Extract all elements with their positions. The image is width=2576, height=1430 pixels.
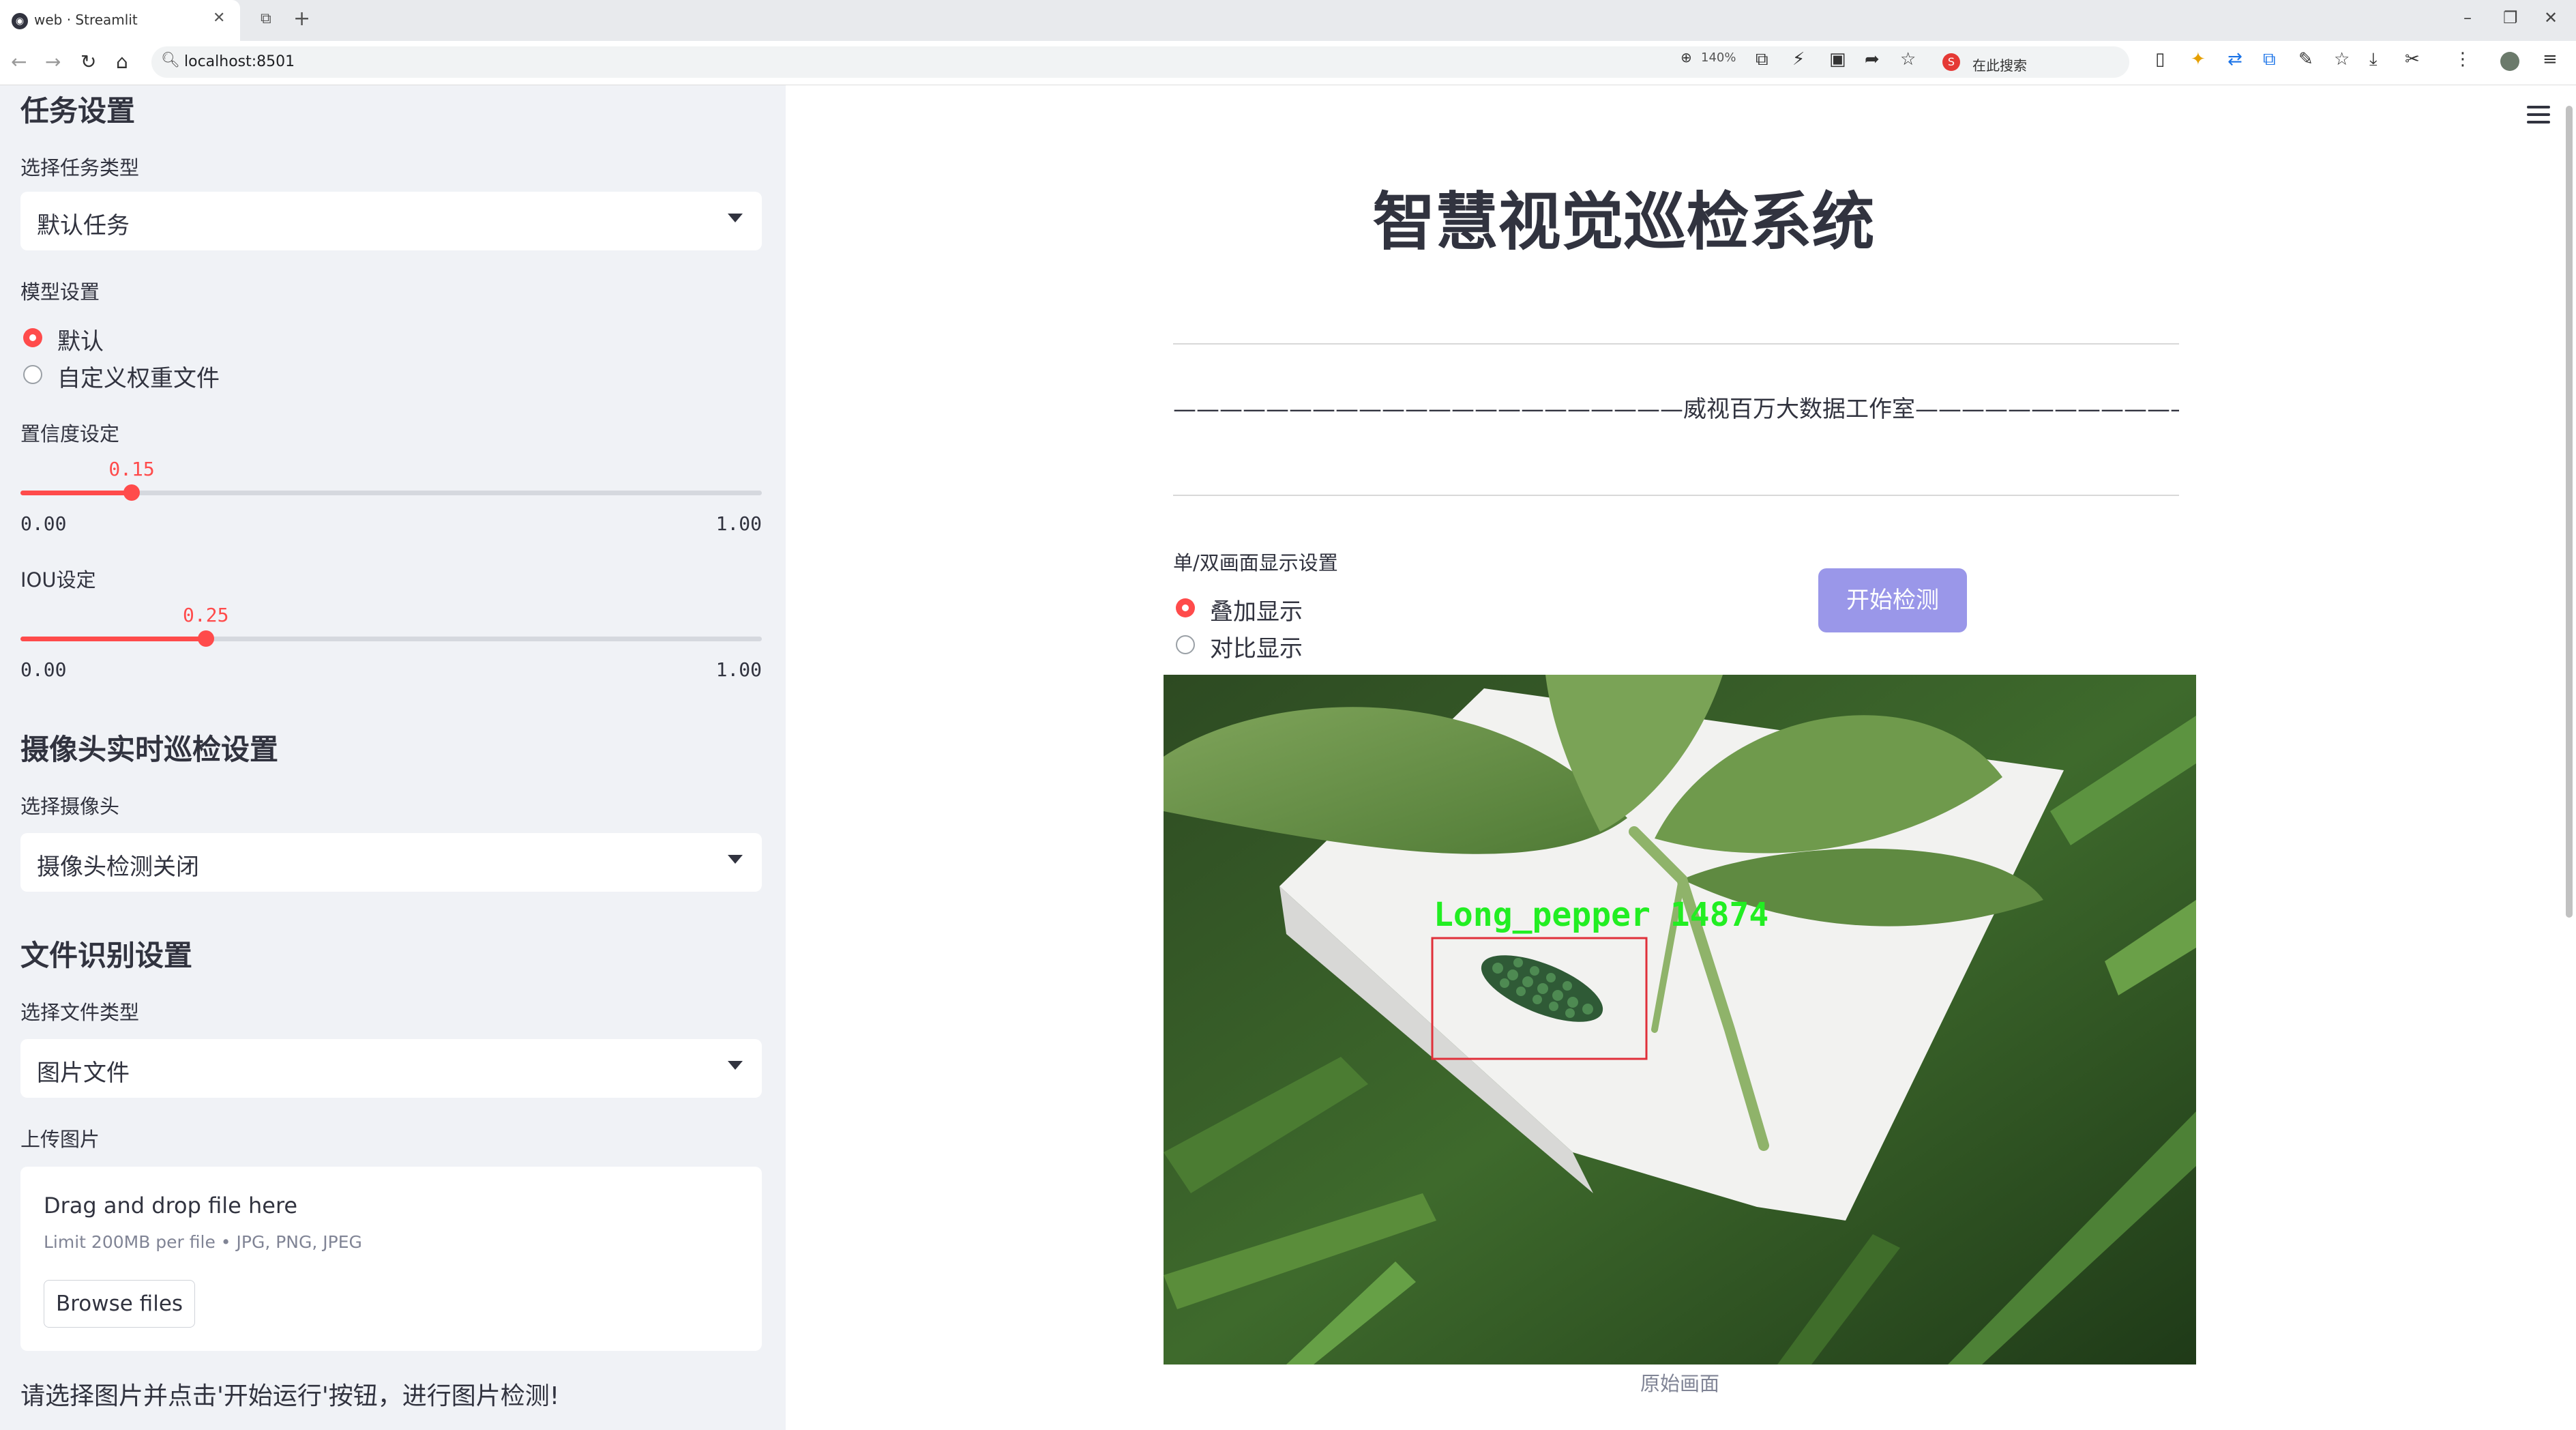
plant-photo: Long_pepper 14874 bbox=[1164, 675, 2196, 1365]
browser-tab-bar: ◉ web · Streamlit ✕ ⧉ + – ❐ ✕ bbox=[0, 0, 2576, 41]
search-field[interactable]: S 在此搜索 bbox=[1937, 46, 2128, 78]
confidence-label: 置信度设定 bbox=[20, 422, 120, 446]
page-info-icon: 🔍︎ bbox=[161, 52, 180, 69]
camera-label: 选择摄像头 bbox=[20, 795, 120, 818]
reload-icon[interactable]: ↻ bbox=[80, 50, 96, 73]
streamlit-icon: ◉ bbox=[12, 13, 28, 29]
display-mode-label: 单/双画面显示设置 bbox=[1173, 551, 1338, 574]
download-icon[interactable]: ⤓ bbox=[2369, 49, 2378, 70]
slider-fill bbox=[20, 637, 206, 641]
chevron-down-icon bbox=[728, 1061, 743, 1070]
slider-value: 0.25 bbox=[183, 604, 229, 626]
phone-icon[interactable]: ▯ bbox=[2155, 49, 2165, 70]
slider-thumb[interactable] bbox=[123, 484, 140, 501]
search-placeholder: 在此搜索 bbox=[1972, 57, 2027, 74]
new-tab-icon[interactable]: + bbox=[293, 7, 310, 31]
translate-icon[interactable]: ⧉ bbox=[1756, 49, 1768, 70]
subtitle: ——————————————————————威视百万大数据工作室————————… bbox=[1173, 396, 2179, 423]
detection-result-image: Long_pepper 14874 bbox=[1164, 675, 2196, 1365]
slider-max: 1.00 bbox=[715, 512, 762, 535]
task-type-value: 默认任务 bbox=[37, 212, 130, 239]
chevron-down-icon bbox=[728, 214, 743, 222]
camera-value: 摄像头检测关闭 bbox=[37, 853, 199, 881]
camera-select[interactable]: 摄像头检测关闭 bbox=[20, 833, 762, 892]
divider bbox=[1173, 343, 2179, 345]
radio-label: 对比显示 bbox=[1210, 635, 1303, 662]
browser-tab[interactable]: ◉ web · Streamlit ✕ bbox=[0, 0, 240, 41]
slider-max: 1.00 bbox=[715, 658, 762, 681]
image-caption: 原始画面 bbox=[1640, 1372, 1719, 1395]
browse-files-button[interactable]: Browse files bbox=[44, 1280, 195, 1328]
file-type-label: 选择文件类型 bbox=[20, 1001, 140, 1024]
chevron-down-icon bbox=[728, 855, 743, 864]
star-icon[interactable]: ☆ bbox=[1900, 49, 1916, 70]
iou-slider[interactable]: 0.25 0.00 1.00 bbox=[20, 604, 762, 684]
confidence-slider[interactable]: 0.15 0.00 1.00 bbox=[20, 458, 762, 538]
bookmarks-icon[interactable]: ☆ bbox=[2334, 49, 2350, 70]
task-type-label: 选择任务类型 bbox=[20, 156, 140, 179]
page-title: 智慧视觉巡检系统 bbox=[1372, 186, 1875, 259]
address-bar-row: ← → ↻ ⌂ 🔍︎ localhost:8501 ⊕ 140% ⧉ ⚡︎ ▣ … bbox=[0, 41, 2576, 85]
task-section-title: 任务设置 bbox=[20, 94, 136, 128]
scrollbar[interactable] bbox=[2566, 106, 2573, 918]
radio-label: 叠加显示 bbox=[1210, 598, 1303, 626]
divider bbox=[1173, 495, 2179, 496]
upload-label: 上传图片 bbox=[20, 1128, 100, 1151]
sync-icon[interactable]: ⇄ bbox=[2227, 49, 2242, 70]
minimize-icon[interactable]: – bbox=[2463, 8, 2472, 27]
search-engine-icon: S bbox=[1942, 53, 1960, 71]
slider-fill bbox=[20, 491, 132, 495]
forward-icon[interactable]: → bbox=[45, 50, 61, 73]
slider-min: 0.00 bbox=[20, 512, 67, 535]
radio-selected-icon bbox=[1176, 598, 1195, 617]
tab-title: web · Streamlit bbox=[34, 12, 138, 28]
pen-icon[interactable]: ✎ bbox=[2298, 49, 2313, 70]
bolt-icon[interactable]: ⚡︎ bbox=[1792, 49, 1805, 70]
translate-extension-icon[interactable]: ⧉ bbox=[2263, 49, 2276, 70]
back-icon[interactable]: ← bbox=[11, 50, 27, 73]
file-section-title: 文件识别设置 bbox=[20, 939, 193, 972]
main-content: 智慧视觉巡检系统 ——————————————————————威视百万大数据工作… bbox=[786, 85, 2576, 1430]
restore-icon[interactable]: ❐ bbox=[2503, 8, 2518, 27]
tab-group-icon[interactable]: ⧉ bbox=[261, 10, 271, 27]
instruction-text: 请选择图片并点击'开始运行'按钮，进行图片检测! bbox=[20, 1382, 560, 1410]
hamburger-menu-icon[interactable] bbox=[2527, 106, 2550, 125]
start-detection-button[interactable]: 开始检测 bbox=[1818, 568, 1967, 632]
browser-menu-icon[interactable]: ≡ bbox=[2543, 49, 2558, 70]
extension-icon[interactable]: ✦ bbox=[2191, 49, 2206, 70]
detection-label: Long_pepper 14874 bbox=[1434, 896, 1768, 934]
task-type-select[interactable]: 默认任务 bbox=[20, 192, 762, 250]
file-dropzone[interactable]: Drag and drop file here Limit 200MB per … bbox=[20, 1167, 762, 1351]
radio-unselected-icon bbox=[1176, 635, 1195, 654]
file-type-value: 图片文件 bbox=[37, 1060, 130, 1087]
window-close-icon[interactable]: ✕ bbox=[2544, 8, 2558, 27]
file-type-select[interactable]: 图片文件 bbox=[20, 1039, 762, 1098]
more-menu-icon[interactable]: ⋮ bbox=[2454, 49, 2472, 70]
iou-label: IOU设定 bbox=[20, 568, 96, 592]
model-label: 模型设置 bbox=[20, 280, 100, 304]
slider-thumb[interactable] bbox=[197, 630, 214, 647]
zoom-level[interactable]: 140% bbox=[1701, 50, 1736, 65]
dropzone-title: Drag and drop file here bbox=[44, 1193, 298, 1219]
radio-label: 自定义权重文件 bbox=[57, 365, 220, 392]
screenshot-icon[interactable]: ▣ bbox=[1829, 49, 1846, 70]
close-icon[interactable]: ✕ bbox=[213, 10, 225, 27]
url-text: localhost:8501 bbox=[184, 53, 295, 70]
sidebar: 任务设置 选择任务类型 默认任务 模型设置 默认 自定义权重文件 置信度设定 0… bbox=[0, 85, 786, 1430]
slider-min: 0.00 bbox=[20, 658, 67, 681]
profile-avatar[interactable] bbox=[2500, 52, 2519, 71]
home-icon[interactable]: ⌂ bbox=[116, 50, 128, 73]
slider-value: 0.15 bbox=[108, 458, 155, 480]
cut-icon[interactable]: ✂ bbox=[2405, 49, 2420, 70]
radio-selected-icon bbox=[23, 328, 42, 347]
camera-section-title: 摄像头实时巡检设置 bbox=[20, 733, 279, 766]
dropzone-limit: Limit 200MB per file • JPG, PNG, JPEG bbox=[44, 1232, 362, 1252]
radio-label: 默认 bbox=[57, 328, 104, 355]
zoom-icon[interactable]: ⊕ bbox=[1681, 49, 1692, 65]
share-icon[interactable]: ➦ bbox=[1865, 49, 1880, 70]
radio-unselected-icon bbox=[23, 365, 42, 384]
